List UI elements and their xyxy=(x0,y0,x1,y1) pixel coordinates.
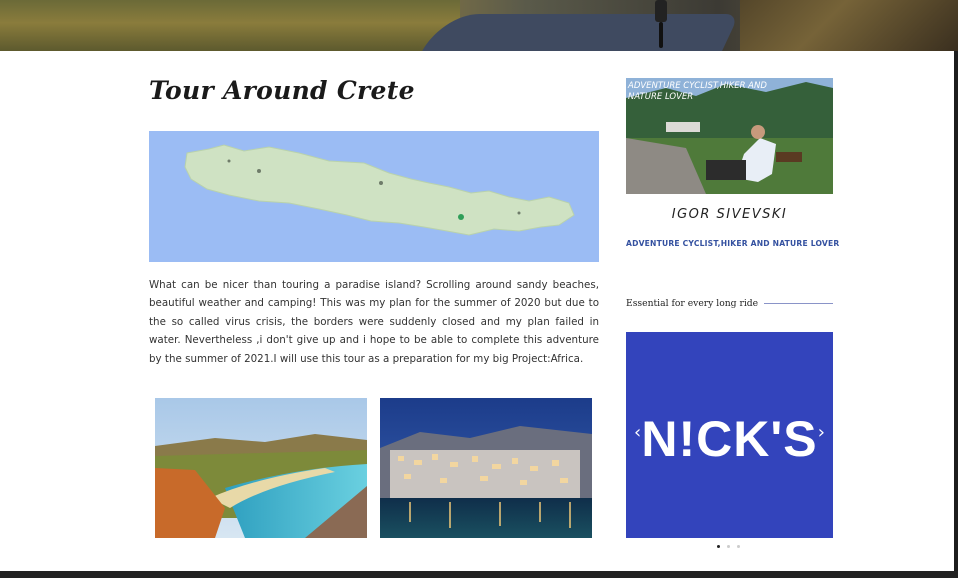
slider-pagination xyxy=(717,545,740,548)
slider-dot-1[interactable] xyxy=(717,545,720,548)
widget-title: Essential for every long ride xyxy=(626,298,759,309)
slider-dot-2[interactable] xyxy=(727,545,730,548)
beach-photo[interactable] xyxy=(155,398,367,538)
hero-banner-image xyxy=(0,0,958,51)
page-edge-border xyxy=(954,51,958,571)
widget-header: Essential for every long ride xyxy=(626,298,833,309)
author-tagline: ADVENTURE CYCLIST,HIKER AND NATURE LOVER xyxy=(626,239,840,248)
chevron-right-icon[interactable]: › xyxy=(818,422,825,443)
post-body-text: What can be nicer than touring a paradis… xyxy=(149,279,599,365)
sponsor-logo[interactable]: N!CK'S xyxy=(626,410,833,468)
post-title: Tour Around Crete xyxy=(149,76,415,105)
slider-dot-3[interactable] xyxy=(737,545,740,548)
footer-bar xyxy=(0,571,958,578)
crete-map[interactable] xyxy=(149,131,599,262)
sponsor-slider[interactable]: ‹ N!CK'S › xyxy=(626,332,833,538)
widget-divider xyxy=(764,303,833,304)
author-name: IGOR SIVEVSKI xyxy=(671,207,788,222)
profile-photo-caption: ADVENTURE CYCLIST,HIKER AND NATURE LOVER xyxy=(628,81,767,102)
harbor-night-photo[interactable] xyxy=(380,398,592,538)
cyclist-figure xyxy=(652,0,670,48)
crete-map-graphic xyxy=(149,131,599,262)
